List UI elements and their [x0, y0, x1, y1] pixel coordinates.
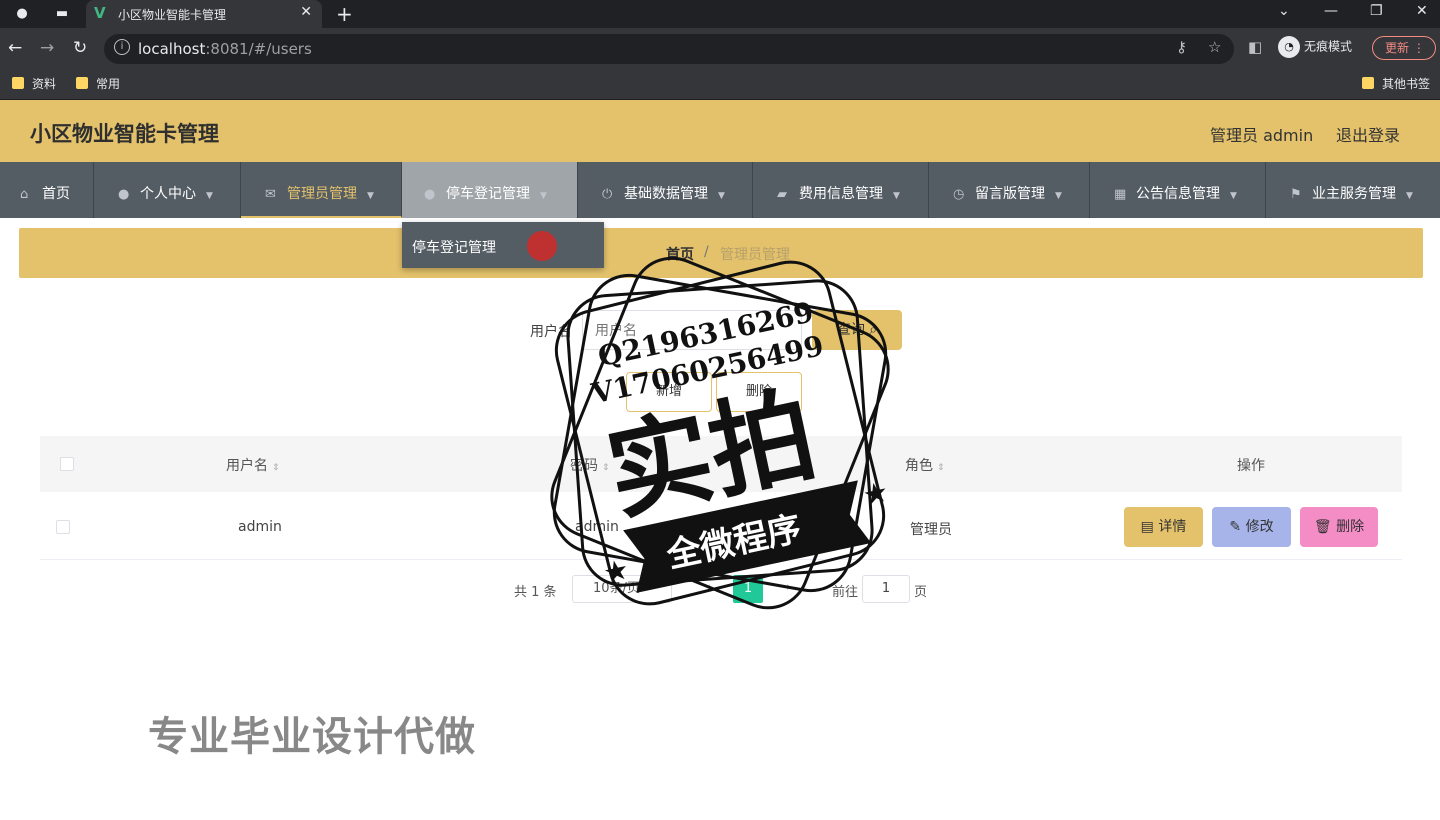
detail-icon: ▤ — [1140, 519, 1154, 535]
restore-icon[interactable]: ❐ — [1370, 3, 1383, 19]
folder-icon — [76, 77, 88, 89]
globe-icon[interactable]: ● — [14, 6, 30, 22]
clock-icon: ◷ — [953, 187, 965, 202]
stamp-overlay: Q2196316269 V17060256499 实拍 全微程序 ★ ★ — [550, 256, 891, 610]
side-panel-icon[interactable]: ◧ — [1248, 38, 1262, 56]
bookmark-folder-2[interactable]: 常用 — [76, 75, 120, 92]
chevron-down-icon: ▼ — [1406, 191, 1413, 201]
browser-tab-bar: ● ▬ V 小区物业智能卡管理 ✕ + ⌄ — ❐ ✕ — [0, 0, 1440, 28]
delete-button[interactable]: 🗑 删除 — [1300, 507, 1378, 547]
star-icon[interactable]: ☆ — [1208, 38, 1221, 56]
chevron-down-icon: ▼ — [893, 191, 900, 201]
menu-item-messages[interactable]: ◷ 留言版管理 ▼ — [929, 162, 1090, 218]
menu-item-home[interactable]: ⌂ 首页 — [0, 162, 94, 218]
user-icon: ● — [118, 187, 130, 202]
chevron-down-icon: ▼ — [1055, 191, 1062, 201]
back-icon[interactable]: ← — [8, 38, 22, 58]
select-all-checkbox[interactable] — [60, 457, 74, 471]
new-tab-icon[interactable]: + — [336, 2, 353, 26]
update-label: 更新 — [1385, 41, 1410, 55]
menu-label: 业主服务管理 — [1312, 186, 1396, 202]
cell-role: 管理员 — [910, 522, 952, 538]
chevron-down-icon: ▼ — [1230, 191, 1237, 201]
folder-icon — [1362, 77, 1374, 89]
sort-icon[interactable]: ⇕ — [272, 463, 280, 473]
bookmark-label: 其他书签 — [1382, 77, 1431, 91]
goto-suffix: 页 — [914, 585, 928, 600]
url-path: :8081/#/users — [205, 40, 312, 58]
forward-icon[interactable]: → — [40, 38, 54, 58]
menu-item-parking[interactable]: ● 停车登记管理 ▼ — [402, 162, 578, 218]
cell-username: admin — [238, 519, 282, 535]
chevron-down-icon[interactable]: ⌄ — [1278, 3, 1290, 19]
key-icon[interactable]: ⚷ — [1176, 38, 1187, 56]
flag-icon: ⚑ — [1290, 187, 1302, 202]
chevron-down-icon: ▼ — [718, 191, 725, 201]
menu-label: 管理员管理 — [287, 186, 357, 202]
menu-label: 基础数据管理 — [624, 186, 708, 202]
column-username[interactable]: 用户名 ⇕ — [226, 455, 280, 475]
browser-tab[interactable]: V 小区物业智能卡管理 ✕ — [86, 0, 322, 28]
incognito-label: 无痕模式 — [1304, 39, 1353, 54]
column-label: 用户名 — [226, 458, 268, 474]
tab-title: 小区物业智能卡管理 — [118, 8, 227, 22]
message-icon: ✉ — [265, 187, 276, 202]
vue-logo-icon: V — [94, 4, 106, 22]
menu-label: 费用信息管理 — [799, 186, 883, 202]
row-checkbox[interactable] — [56, 520, 70, 534]
folder-icon — [12, 77, 24, 89]
detail-button[interactable]: ▤ 详情 — [1124, 507, 1203, 547]
minimize-icon[interactable]: — — [1324, 3, 1338, 19]
delete-label: 删除 — [1336, 519, 1365, 535]
submenu-item-parking[interactable]: 停车登记管理 — [412, 237, 496, 257]
menu-item-profile[interactable]: ● 个人中心 ▼ — [94, 162, 241, 218]
admin-label: 管理员 admin — [1210, 126, 1314, 145]
column-operations: 操作 — [1237, 458, 1265, 474]
user-icon: ● — [424, 187, 436, 202]
edit-label: 修改 — [1245, 519, 1274, 535]
chevron-down-icon: ▼ — [367, 191, 374, 201]
close-window-icon[interactable]: ✕ — [1416, 3, 1428, 19]
incognito-icon: ◔ — [1278, 36, 1300, 58]
close-tab-icon[interactable]: ✕ — [300, 4, 312, 20]
menu-item-owner-services[interactable]: ⚑ 业主服务管理 ▼ — [1266, 162, 1440, 218]
bookmark-label: 常用 — [96, 77, 121, 91]
trash-icon: 🗑 — [1313, 519, 1332, 535]
bookmark-folder-1[interactable]: 资料 — [12, 75, 56, 92]
detail-label: 详情 — [1158, 519, 1187, 535]
menu-label: 留言版管理 — [975, 186, 1045, 202]
menu-item-fees[interactable]: ▰ 费用信息管理 ▼ — [753, 162, 929, 218]
menu-item-notices[interactable]: ▦ 公告信息管理 ▼ — [1090, 162, 1266, 218]
chevron-down-icon: ▼ — [540, 191, 547, 201]
bookmarks-bar: 资料 常用 其他书签 — [0, 68, 1440, 100]
star-icon: ★ — [860, 475, 891, 512]
menu-item-admins[interactable]: ✉ 管理员管理 ▼ — [241, 162, 402, 218]
wallet-icon: ▰ — [777, 187, 787, 202]
app-title: 小区物业智能卡管理 — [30, 122, 219, 146]
info-icon[interactable]: i — [114, 39, 130, 55]
menu-label: 停车登记管理 — [446, 186, 530, 202]
url-host: localhost — [138, 40, 206, 58]
chevron-down-icon: ▼ — [206, 191, 213, 201]
bookmark-label: 资料 — [32, 77, 57, 91]
menu-label: 首页 — [42, 186, 70, 202]
menu-item-basic-data[interactable]: ⏻ 基础数据管理 ▼ — [578, 162, 753, 218]
grid-icon: ▦ — [1114, 187, 1127, 202]
power-icon: ⏻ — [602, 187, 613, 202]
other-bookmarks[interactable]: 其他书签 — [1362, 75, 1430, 92]
sort-icon[interactable]: ⇕ — [937, 463, 945, 473]
edit-button[interactable]: ✎ 修改 — [1212, 507, 1291, 547]
cursor-highlight — [527, 231, 557, 261]
edit-icon: ✎ — [1229, 519, 1242, 535]
watermark-text: 专业毕业设计代做 — [148, 714, 476, 760]
incognito-indicator[interactable]: ◔ 无痕模式 — [1278, 36, 1352, 58]
reload-icon[interactable]: ↻ — [73, 38, 87, 58]
window-icon[interactable]: ▬ — [54, 6, 70, 22]
update-button[interactable]: 更新 ⋮ — [1372, 36, 1436, 60]
menu-label: 个人中心 — [140, 186, 196, 202]
menu-label: 公告信息管理 — [1136, 186, 1220, 202]
home-icon: ⌂ — [20, 187, 29, 202]
url-field[interactable]: i localhost:8081/#/users — [104, 34, 1234, 64]
logout-link[interactable]: 退出登录 — [1336, 122, 1400, 146]
